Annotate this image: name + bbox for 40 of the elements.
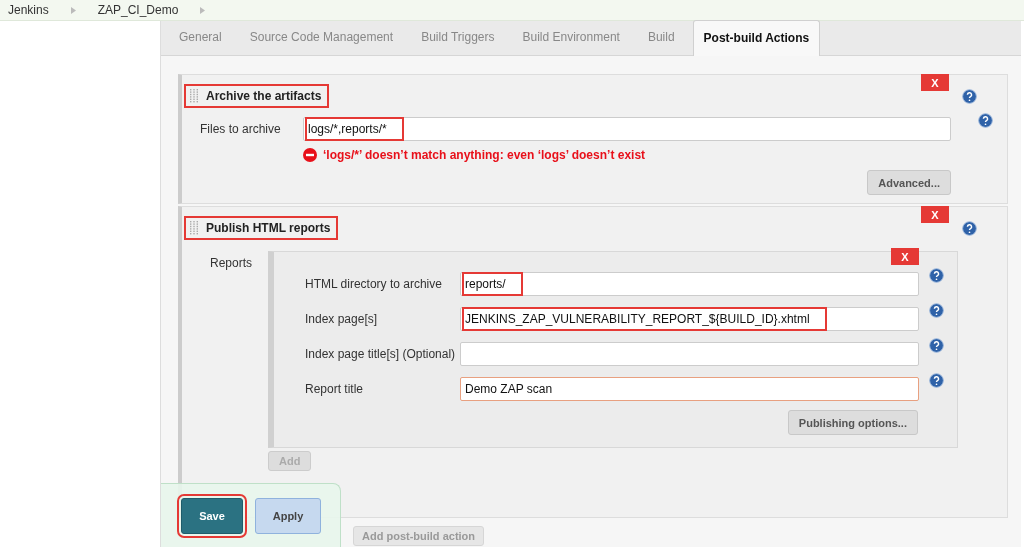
field-label: Index page[s] — [304, 311, 379, 326]
text-field[interactable]: logs/*,reports/* — [303, 116, 951, 141]
help-icon[interactable] — [962, 89, 977, 104]
publishing-options-button[interactable]: Publishing options... — [787, 410, 918, 435]
text-field[interactable]: JENKINS_ZAP_VULNERABILITY_REPORT_${BUILD_ID}.xhtml — [460, 306, 919, 331]
error-message: ‘logs/*’ doesn’t match anything: even ‘logs’ doesn’t exist — [323, 148, 646, 162]
delete-button[interactable]: X — [921, 74, 949, 91]
drag-handle-icon[interactable] — [190, 89, 200, 103]
help-icon[interactable] — [962, 221, 977, 236]
advanced-button[interactable]: Advanced... — [867, 170, 951, 195]
help-icon[interactable] — [929, 268, 944, 283]
tab[interactable]: Build Environment — [512, 30, 630, 55]
field-label: Reports — [209, 255, 254, 272]
help-icon[interactable] — [929, 303, 944, 318]
field-label: Report title — [304, 381, 365, 396]
tab[interactable]: General — [169, 30, 232, 55]
breadcrumb-link[interactable]: Jenkins — [8, 3, 49, 17]
text-field[interactable]: reports/ — [460, 271, 919, 296]
tab[interactable]: Source Code Management — [239, 30, 404, 55]
breadcrumb-link[interactable]: ZAP_CI_Demo — [97, 3, 179, 17]
help-icon[interactable] — [929, 373, 944, 388]
error-icon — [303, 148, 317, 162]
field-label: Files to archive — [199, 121, 282, 136]
text-field[interactable]: Demo ZAP scan — [460, 376, 919, 401]
section-title: Archive the artifacts — [206, 89, 322, 103]
delete-button[interactable]: X — [891, 248, 919, 265]
chevron-icon — [70, 6, 76, 14]
delete-button[interactable]: X — [921, 206, 949, 223]
help-icon[interactable] — [978, 113, 993, 128]
drag-handle-icon[interactable] — [190, 221, 200, 235]
chevron-icon — [200, 6, 206, 14]
field-label: Index page title[s] (Optional) — [304, 346, 457, 361]
tab[interactable]: Post-build Actions — [692, 20, 821, 56]
field-label: HTML directory to archive — [304, 276, 443, 291]
tab[interactable]: Build — [637, 30, 685, 55]
section-title: Publish HTML reports — [206, 221, 331, 235]
text-field[interactable] — [460, 341, 919, 366]
apply-button[interactable]: Apply — [255, 497, 321, 534]
help-icon[interactable] — [929, 338, 944, 353]
tab[interactable]: Build Triggers — [411, 30, 505, 55]
